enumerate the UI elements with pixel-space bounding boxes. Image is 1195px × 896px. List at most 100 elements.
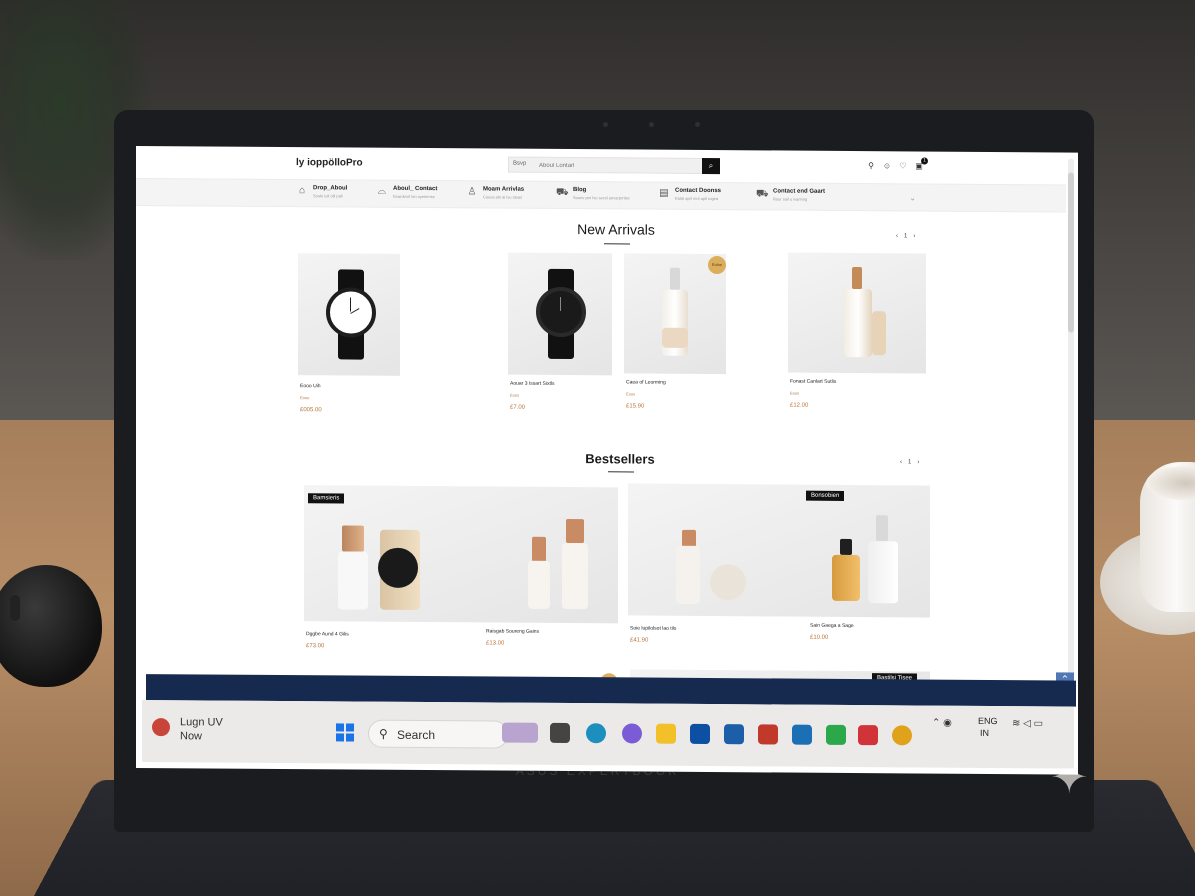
pager-prev-button[interactable]: ‹: [900, 459, 902, 465]
shopping-cart-icon: ⛟: [756, 188, 769, 200]
app-n-icon[interactable]: [858, 725, 878, 746]
product-name[interactable]: Sain Gaega a Sage: [810, 623, 930, 630]
site-logo[interactable]: ly ioppölloPro: [296, 157, 363, 168]
pager-next-button[interactable]: ›: [913, 233, 915, 239]
product-price: £7.00: [510, 404, 526, 411]
product-price: £12.00: [790, 402, 809, 409]
nav-item-title: Moam Arrivlas: [483, 186, 525, 193]
person-icon: ♙: [467, 186, 477, 198]
product-name[interactable]: Dggbe Aund 4 Gilis: [306, 631, 466, 638]
widgets-icon[interactable]: [502, 722, 538, 743]
store-icon[interactable]: [690, 723, 710, 745]
product-image[interactable]: Bamsieris: [304, 485, 618, 624]
pager-page[interactable]: 1: [908, 459, 911, 465]
nav-item-subtitle: Rour sail u ivarlnng: [773, 196, 808, 202]
cart-icon[interactable]: ▣ 1: [914, 157, 928, 171]
watch-icon: [536, 286, 586, 338]
product-price: £13.00: [486, 640, 505, 647]
mcafee-icon[interactable]: [758, 724, 778, 745]
section-title-new-arrivals: New Arrivals: [577, 221, 655, 238]
copilot-icon[interactable]: [622, 723, 642, 744]
perfume-bottle-icon: [832, 554, 860, 602]
product-price: £73.00: [306, 643, 325, 650]
pager-next-button[interactable]: ›: [917, 459, 919, 465]
pager-prev-button[interactable]: ‹: [896, 233, 898, 239]
nav-item-title: Contact Doonss: [675, 187, 722, 195]
product-tag: Bamsieris: [308, 493, 345, 504]
language-indicator[interactable]: ENG: [978, 716, 998, 726]
search-icon: ⌕: [708, 160, 714, 171]
nav-item-new-arrivals[interactable]: ♙ Moam Arrivlas Couva alo ai lvu stoas: [466, 186, 525, 199]
taskbar-search[interactable]: ⚲ Search: [368, 719, 508, 749]
chevron-up-icon: ⌃: [932, 717, 941, 729]
nav-item-blog[interactable]: ⛟ Blog Soonv por lvu secsl anvarprnlse: [556, 187, 630, 201]
search-category[interactable]: Bsvp: [513, 161, 526, 167]
section-title-bestsellers: Bestsellers: [585, 451, 655, 467]
nav-item-subtitle: Eeardvorl ion nyeinmse: [393, 193, 435, 200]
nav-item-title: Aboul_ Contact: [393, 185, 438, 193]
webcam: [603, 120, 703, 130]
network-volume-icons[interactable]: ≋ ◁ ▭: [1012, 718, 1043, 729]
nav-item-subtitle: Soonv por lvu secsl anvarprnlse: [573, 195, 630, 201]
product-tag: Bonsobien: [806, 490, 845, 501]
taskbar-search-label: Search: [397, 727, 436, 743]
nav-item-subtitle: Soule iuil oill pali: [313, 193, 343, 199]
product-image[interactable]: Eoloe: [624, 253, 726, 375]
product-name[interactable]: Fonast Canlart Sutlis: [790, 379, 910, 386]
product-badge: Eoloe: [708, 255, 726, 275]
whatsapp-icon[interactable]: [826, 724, 846, 745]
product-subtitle: Eoos: [790, 390, 800, 396]
nav-item-subtitle: Eatal aprl mol apll rugea: [675, 195, 719, 202]
keyboard-layout: IN: [980, 727, 989, 738]
search-button[interactable]: ⌕: [702, 157, 720, 175]
chrome-icon[interactable]: [892, 725, 912, 746]
header-actions: ⚲ ☺ ♡ ▣ 1: [866, 157, 928, 171]
section-divider: [608, 471, 634, 473]
calculator-icon: ▤: [659, 187, 669, 199]
task-view-icon[interactable]: [550, 722, 570, 744]
search-input[interactable]: [539, 159, 679, 172]
nav-item-about-contact[interactable]: ⌓ Aboul_ Contact Eeardvorl ion nyeinmse: [376, 186, 437, 199]
product-subtitle: Eooo: [300, 395, 310, 401]
product-image[interactable]: Bonsobien: [628, 483, 930, 618]
product-name[interactable]: Soie lupilolsot lao tils: [630, 625, 790, 632]
cart-outline-icon: ⛟: [556, 186, 569, 199]
product-name[interactable]: Aouar 3 Issart Sixtls: [510, 381, 620, 388]
start-button[interactable]: [336, 723, 354, 742]
product-image[interactable]: [788, 252, 926, 374]
weather-text: Lugn UV: [180, 716, 223, 729]
file-explorer-icon[interactable]: [656, 723, 676, 744]
watch-icon: [326, 287, 376, 338]
wishlist-icon[interactable]: ♡: [898, 161, 908, 171]
search-icon: ⚲: [379, 726, 388, 741]
coffee-cup: [1140, 462, 1195, 612]
user-icon[interactable]: ☺: [882, 161, 892, 171]
nav-item-shop-about[interactable]: ⌂ Drop_Aboul Soule iuil oill pali: [296, 185, 347, 198]
scrollbar-thumb[interactable]: [1068, 172, 1074, 333]
product-image[interactable]: [508, 252, 612, 376]
linkedin-icon[interactable]: [792, 724, 812, 745]
system-tray[interactable]: ⌃ ◉: [932, 718, 952, 729]
nav-item-title: Blog: [573, 187, 587, 194]
nav-item-contact-doonss[interactable]: ▤ Contact Doonss Eatal aprl mol apll ruge…: [658, 188, 721, 201]
product-price: £10.00: [810, 634, 829, 641]
scrollbar[interactable]: [1068, 158, 1074, 679]
product-name[interactable]: Caea of Leorming: [626, 379, 736, 386]
product-price: £005.00: [300, 407, 322, 414]
product-name[interactable]: Eooo Uih: [300, 383, 410, 390]
volume-icon: ◁: [1023, 718, 1031, 730]
chevron-down-icon[interactable]: ⌄: [909, 193, 916, 202]
wifi-icon: ≋: [1012, 718, 1021, 730]
pager-page[interactable]: 1: [904, 233, 907, 239]
edge-icon[interactable]: [586, 723, 606, 744]
bestsellers-pager: ‹ 1 ›: [900, 459, 919, 465]
visual-studio-icon[interactable]: [724, 724, 744, 745]
search-bar[interactable]: Bsvp ⌕: [508, 156, 720, 175]
serum-bottle-icon: [676, 545, 700, 604]
nav-item-title: Drop_Aboul: [313, 185, 348, 192]
battery-icon: ▭: [1033, 718, 1044, 730]
account-icon[interactable]: ⚲: [866, 161, 876, 171]
product-name[interactable]: Raisgab Soureng Gains: [486, 628, 646, 635]
nav-item-contact-gaart[interactable]: ⛟ Contact end Gaart Rour sail u ivarlnng: [756, 188, 825, 201]
product-image[interactable]: [298, 253, 400, 376]
